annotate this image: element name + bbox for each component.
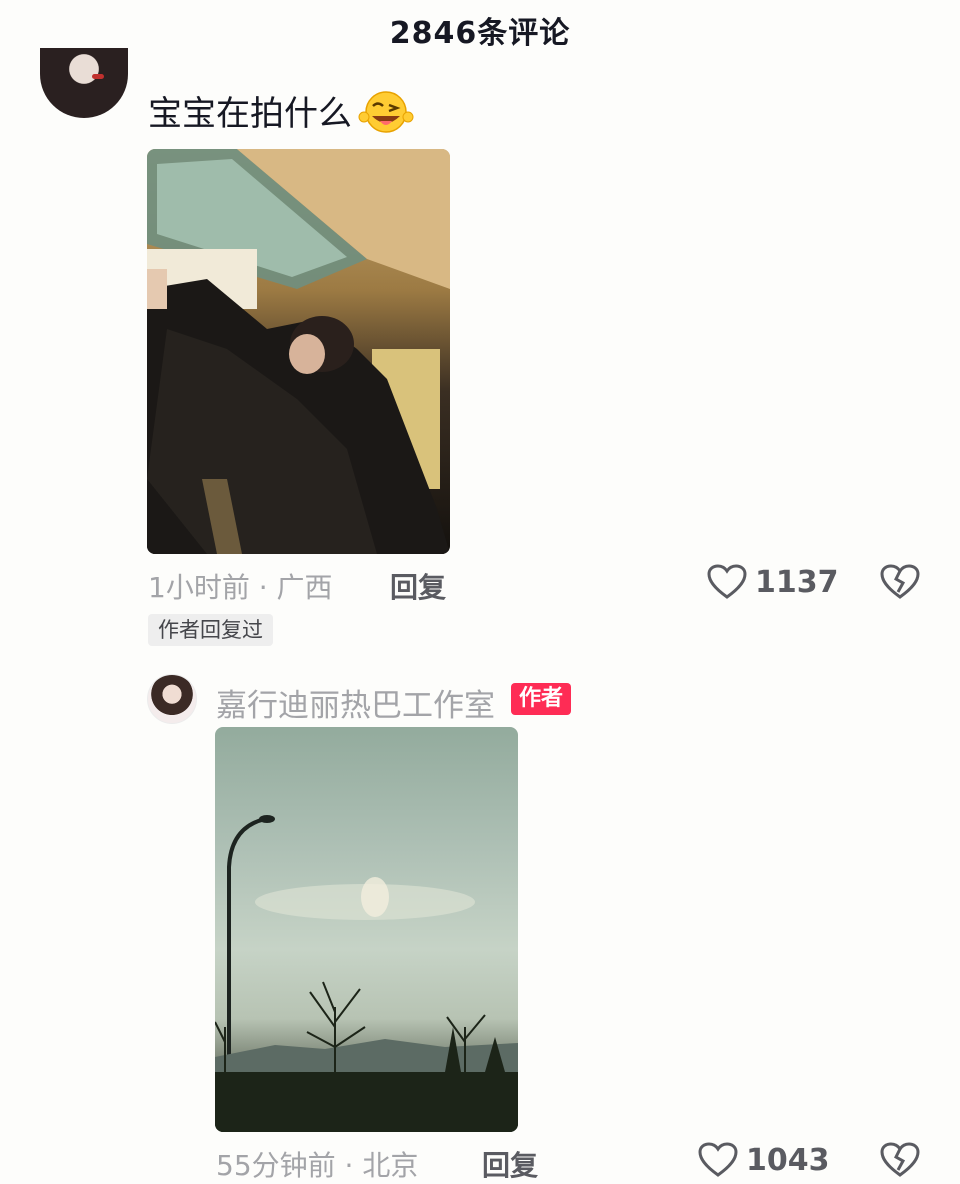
author-tag-badge: 作者 [511, 683, 572, 715]
comment-photo[interactable] [147, 149, 450, 554]
reply-dislike-button[interactable] [880, 1142, 920, 1182]
winking-tongue-emoji-icon [358, 89, 414, 133]
heart-icon [698, 1142, 738, 1177]
heart-icon [707, 564, 747, 599]
comment-like-button[interactable]: 1137 [707, 564, 839, 600]
comments-count-title: 2846条评论 [389, 16, 571, 51]
commenter-avatar[interactable] [40, 48, 128, 118]
reply-like-count: 1043 [746, 1142, 830, 1178]
comment-text: 宝宝在拍什么 [148, 94, 352, 134]
reply-photo[interactable] [215, 727, 518, 1132]
author-avatar[interactable] [147, 674, 197, 724]
comment-meta: 1小时前 · 广西 [148, 571, 333, 604]
comment-body: 宝宝在拍什么 [148, 86, 414, 135]
comment-reply-button[interactable]: 回复 [390, 566, 446, 606]
reply-reply-button[interactable]: 回复 [482, 1144, 538, 1184]
broken-heart-icon [880, 564, 920, 599]
reply-author-name[interactable]: 嘉行迪丽热巴工作室 [216, 680, 495, 725]
reply-meta: 55分钟前 · 北京 [216, 1149, 419, 1182]
author-replied-badge: 作者回复过 [148, 614, 273, 646]
reply-like-button[interactable]: 1043 [698, 1142, 830, 1178]
comment-like-count: 1137 [755, 564, 839, 600]
comment-dislike-button[interactable] [880, 564, 920, 604]
broken-heart-icon [880, 1142, 920, 1177]
